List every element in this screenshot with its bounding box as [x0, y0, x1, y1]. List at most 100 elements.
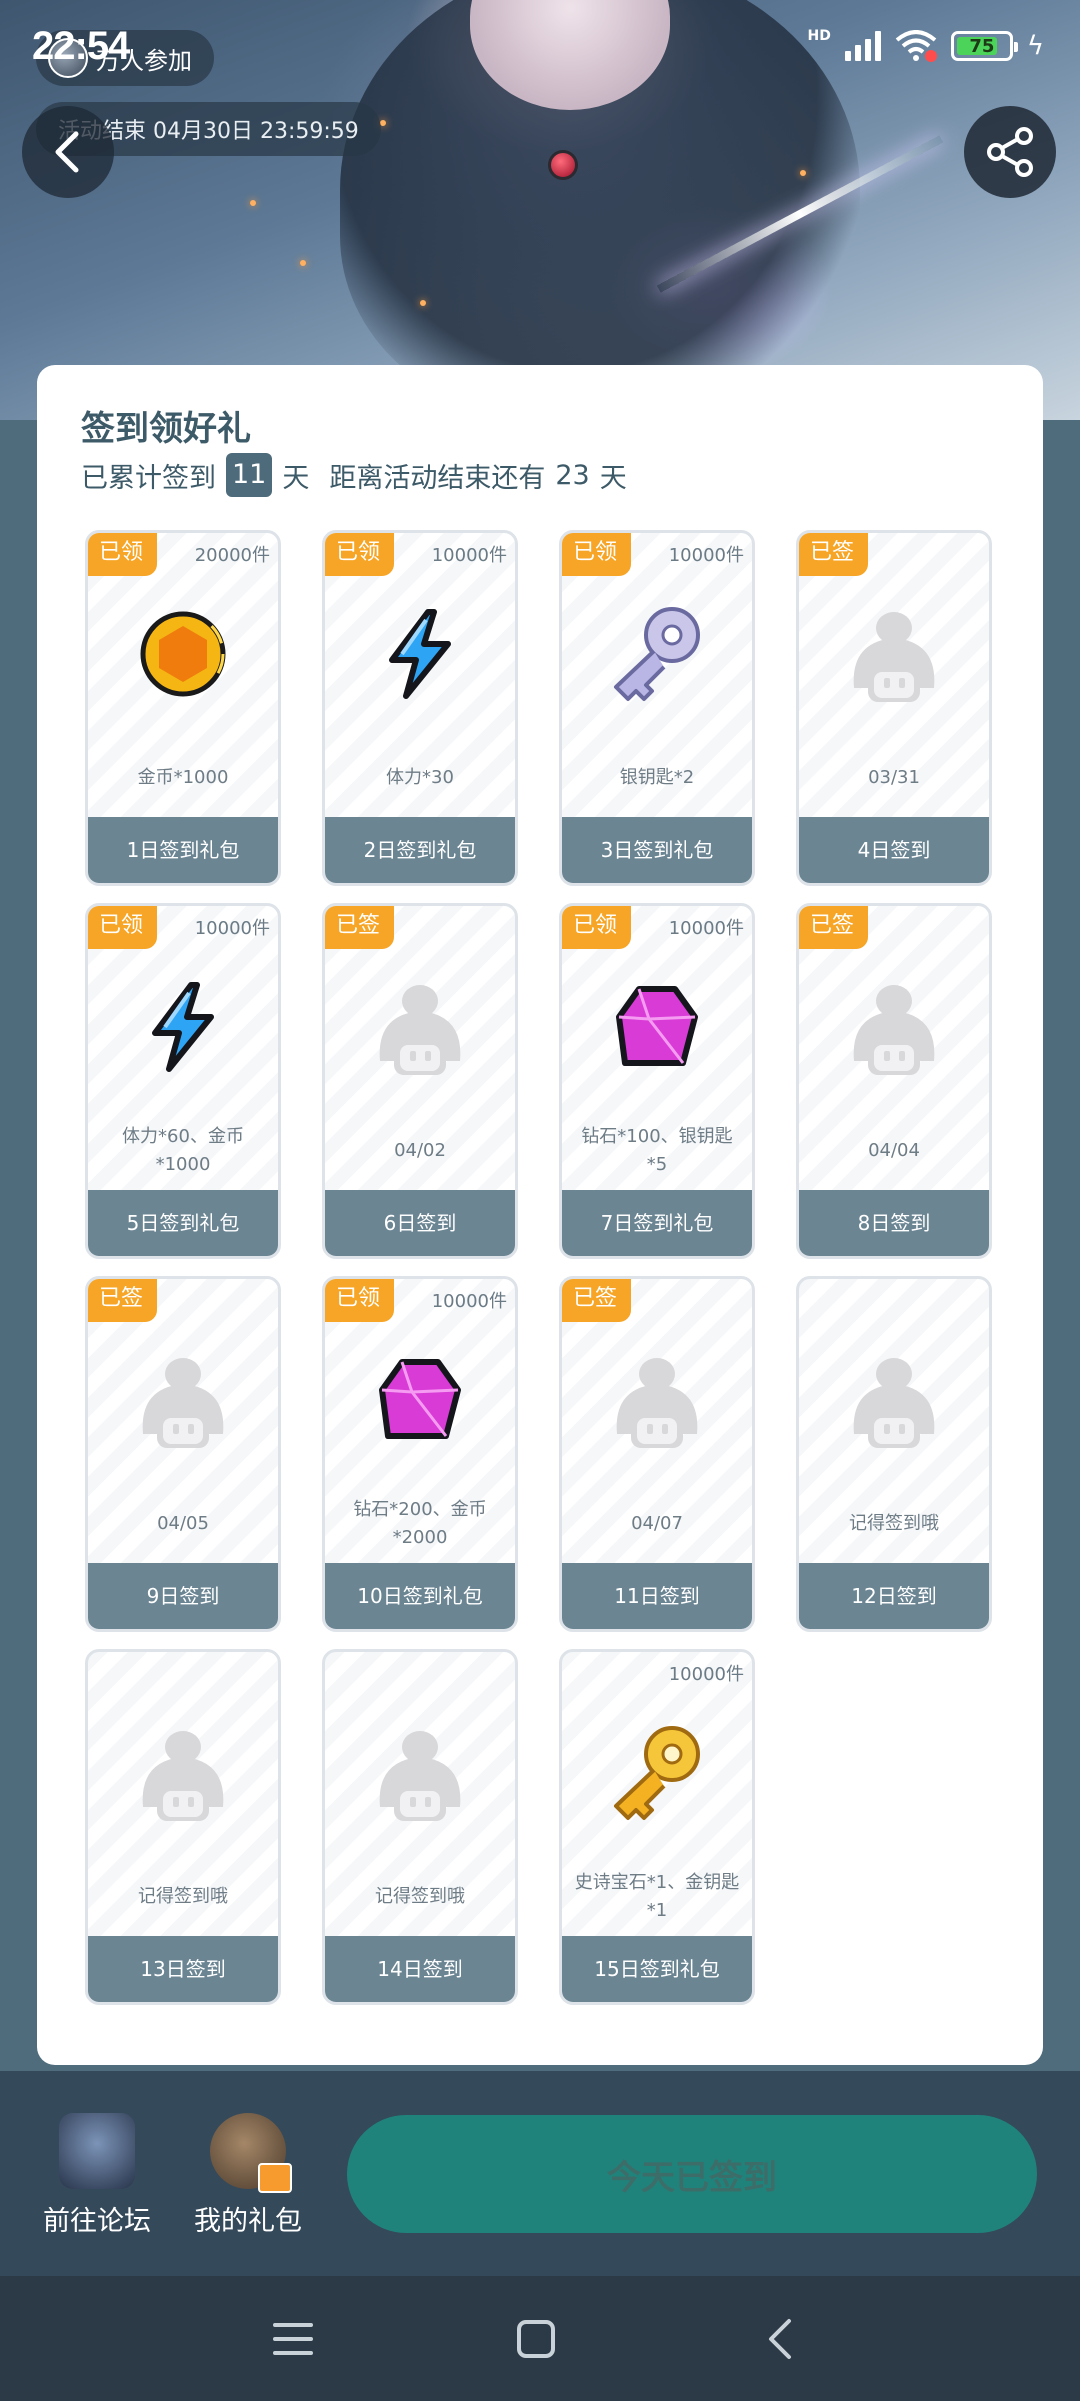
reward-tile[interactable]: 已签 04/02 6日签到: [322, 903, 518, 1259]
reward-description: 04/02: [394, 1140, 446, 1161]
stock-count: 10000件: [431, 1291, 507, 1312]
placeholder-character-icon: [799, 972, 989, 1082]
recent-apps-button[interactable]: [268, 2314, 318, 2364]
battery-level: 75: [969, 35, 995, 57]
forum-thumbnail: [59, 2113, 135, 2189]
remaining-days: 23: [555, 459, 590, 491]
reward-description: 史诗宝石*1、金钥匙*1: [574, 1872, 740, 1921]
lightning-bolt-icon: [88, 972, 278, 1082]
system-navigation-bar: [0, 2276, 1080, 2401]
hero-spark: [380, 120, 386, 126]
remaining-label: 距离活动结束还有: [329, 462, 546, 494]
status-badge: 已领: [562, 906, 631, 949]
reward-tile[interactable]: 已领 10000件 体力*60、金币*1000 5日签到礼包: [85, 903, 281, 1259]
forum-link[interactable]: 前往论坛: [32, 2113, 162, 2238]
diamond-gem-icon: [325, 1345, 515, 1455]
card-title: 签到领好礼: [81, 409, 251, 449]
share-icon: [987, 127, 1033, 177]
day-label: 6日签到: [325, 1190, 515, 1256]
reward-description: 体力*30: [386, 767, 454, 788]
status-icons: HD 75 ϟ: [807, 28, 1044, 62]
reward-description: 金币*1000: [137, 767, 229, 788]
signal-icon: [844, 31, 881, 61]
reward-description: 04/05: [157, 1513, 209, 1534]
reward-description: 钻石*100、银钥匙*5: [581, 1126, 733, 1175]
status-badge: 已签: [799, 906, 868, 949]
hd-indicator: HD: [807, 28, 831, 44]
accumulated-unit: 天: [282, 462, 310, 494]
placeholder-character-icon: [325, 1718, 515, 1828]
status-badge: 已签: [562, 1279, 631, 1322]
status-badge: 已领: [88, 533, 157, 576]
reward-tile[interactable]: 已领 10000件钻石*100、银钥匙*5 7日签到礼包: [559, 903, 755, 1259]
reward-description: 银钥匙*2: [619, 767, 695, 788]
wifi-icon: [895, 30, 937, 62]
reward-tile[interactable]: 已签 04/04 8日签到: [796, 903, 992, 1259]
reward-tile[interactable]: 10000件史诗宝石*1、金钥匙*1 15日签到礼包: [559, 1649, 755, 2005]
status-badge: 已签: [325, 906, 394, 949]
day-label: 10日签到礼包: [325, 1563, 515, 1629]
status-badge: 已签: [88, 1279, 157, 1322]
placeholder-character-icon: [799, 599, 989, 709]
signed-today-button[interactable]: 今天已签到: [347, 2115, 1037, 2233]
stock-count: 10000件: [668, 1664, 744, 1685]
reward-description: 04/07: [631, 1513, 683, 1534]
battery-icon: 75: [950, 31, 1018, 61]
placeholder-character-icon: [88, 1718, 278, 1828]
placeholder-character-icon: [799, 1345, 989, 1455]
share-button[interactable]: [964, 106, 1056, 198]
menu-icon: [273, 2323, 313, 2355]
reward-tile[interactable]: 记得签到哦 12日签到: [796, 1276, 992, 1632]
day-label: 3日签到礼包: [562, 817, 752, 883]
back-button[interactable]: [22, 106, 114, 198]
reward-tile[interactable]: 已领 20000件金币*1000 1日签到礼包: [85, 530, 281, 886]
reward-grid: 已领 20000件金币*1000 1日签到礼包 已领 10000件 体力*30 2日签到礼包…: [85, 530, 1001, 2005]
status-badge: 已签: [799, 533, 868, 576]
back-chevron-icon: [769, 2319, 791, 2359]
reward-tile[interactable]: 已签 03/31 4日签到: [796, 530, 992, 886]
hero-spark: [800, 170, 806, 176]
checkin-card: 签到领好礼 已累计签到 11 天 距离活动结束还有 23 天 已领 20000件金…: [37, 365, 1043, 2065]
reward-description: 体力*60、金币*1000: [122, 1126, 244, 1175]
diamond-gem-icon: [562, 972, 752, 1082]
reward-tile[interactable]: 已签 04/05 9日签到: [85, 1276, 281, 1632]
day-label: 5日签到礼包: [88, 1190, 278, 1256]
hero-spark: [250, 200, 256, 206]
stock-count: 10000件: [668, 918, 744, 939]
gifts-thumbnail: [210, 2113, 292, 2193]
day-label: 7日签到礼包: [562, 1190, 752, 1256]
charging-icon: ϟ: [1026, 31, 1044, 61]
day-label: 15日签到礼包: [562, 1936, 752, 2002]
silver-key-icon: [562, 599, 752, 709]
placeholder-character-icon: [562, 1345, 752, 1455]
home-button[interactable]: [511, 2314, 561, 2364]
day-label: 1日签到礼包: [88, 817, 278, 883]
day-label: 12日签到: [799, 1563, 989, 1629]
placeholder-character-icon: [88, 1345, 278, 1455]
reward-tile[interactable]: 已领 10000件 体力*30 2日签到礼包: [322, 530, 518, 886]
reward-description: 04/04: [868, 1140, 920, 1161]
bottom-action-bar: 前往论坛 我的礼包 今天已签到: [0, 2071, 1080, 2276]
reward-description: 03/31: [868, 767, 920, 788]
gold-coin-icon: [88, 599, 278, 709]
reward-tile[interactable]: 已领 10000件 钻石*200、金币*2000 10日签到礼包: [322, 1276, 518, 1632]
my-gifts-link[interactable]: 我的礼包: [183, 2113, 313, 2238]
status-badge: 已领: [325, 1279, 394, 1322]
reward-description: 记得签到哦: [138, 1886, 228, 1907]
hero-gem: [548, 150, 578, 180]
status-badge: 已领: [562, 533, 631, 576]
reward-tile[interactable]: 已签 04/07 11日签到: [559, 1276, 755, 1632]
accumulated-days: 11: [226, 453, 273, 497]
reward-tile[interactable]: 记得签到哦 13日签到: [85, 1649, 281, 2005]
system-back-button[interactable]: [755, 2314, 805, 2364]
reward-tile[interactable]: 记得签到哦 14日签到: [322, 1649, 518, 2005]
reward-tile[interactable]: 已领 10000件银钥匙*2 3日签到礼包: [559, 530, 755, 886]
status-time: 22:54: [32, 24, 130, 68]
stock-count: 10000件: [668, 545, 744, 566]
hero-spark: [300, 260, 306, 266]
lightning-bolt-icon: [325, 599, 515, 709]
status-badge: 已领: [325, 533, 394, 576]
placeholder-character-icon: [325, 972, 515, 1082]
day-label: 8日签到: [799, 1190, 989, 1256]
stock-count: 20000件: [194, 545, 270, 566]
